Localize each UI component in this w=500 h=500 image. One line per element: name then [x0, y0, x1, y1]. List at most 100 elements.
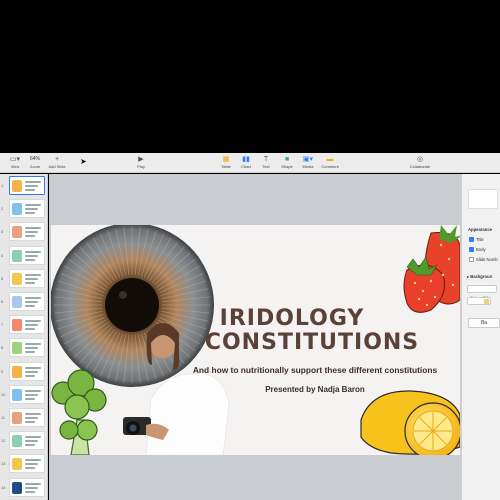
thumbnail-text-line	[25, 463, 38, 466]
body-checkbox[interactable]	[469, 247, 474, 252]
slide-number-label: 4	[1, 252, 4, 258]
strawberry-seed	[451, 283, 455, 287]
fill-colour-well[interactable]	[467, 297, 491, 305]
thumbnail-text-line	[25, 281, 35, 284]
slide-artwork: IRIDOLOGY CONSTITUTIONS And how to nutri…	[51, 225, 460, 455]
slide-number-label: 14	[1, 484, 6, 490]
slide-number-label: 1	[1, 183, 4, 188]
slide-navigator: 123456789101112131415	[0, 174, 48, 500]
thumbnail-text-line	[25, 413, 41, 415]
slide-thumbnail[interactable]	[9, 431, 45, 451]
thumbnail-text-line	[25, 366, 41, 369]
thumbnail-text-line	[25, 254, 38, 257]
thumbnail-text-line	[25, 185, 38, 187]
toolbar: ▭▾ View 64% Zoom + Add Slide ▶ Play ▦ Ta…	[0, 153, 500, 173]
thumbnail-image	[12, 319, 22, 332]
thumbnail-text-line	[25, 181, 41, 183]
slide-thumbnail[interactable]	[9, 199, 45, 219]
add-slide-button[interactable]: + Add Slide	[42, 155, 72, 170]
slide-thumbnail[interactable]	[9, 338, 45, 358]
thumbnail-text-line	[25, 301, 38, 303]
thumbnail-image	[12, 296, 22, 308]
layout-thumbnail[interactable]	[468, 189, 498, 209]
thumbnail-text-line	[25, 417, 38, 419]
thumbnail-text-line	[25, 343, 41, 346]
body-checkbox-label: Body	[476, 247, 486, 252]
add-slide-label: Add Slide	[48, 164, 66, 169]
title-checkbox[interactable]	[469, 237, 474, 242]
slide-subtitle: And how to nutritionally support these d…	[193, 365, 438, 375]
slide-number-label: Slide Numb	[476, 257, 498, 262]
slide-thumbnail[interactable]	[9, 384, 45, 404]
slide-thumbnail[interactable]	[9, 408, 45, 427]
strawberry-seed	[425, 303, 429, 307]
strawberry-seed	[429, 279, 433, 283]
slide-number-label: 7	[1, 322, 4, 328]
thumbnail-text-line	[25, 347, 38, 350]
collaborate-button[interactable]: ◎ Collaborate	[405, 155, 435, 170]
app-window: ▭▾ View 64% Zoom + Add Slide ▶ Play ▦ Ta…	[0, 0, 500, 500]
slide-thumbnail[interactable]	[9, 315, 45, 335]
slide[interactable]: IRIDOLOGY CONSTITUTIONS And how to nutri…	[51, 225, 460, 455]
strawberry-seed	[447, 257, 451, 261]
background-label: Backgroun	[470, 274, 493, 279]
thumbnail-text-line	[25, 328, 35, 331]
slide-number-label: 12	[1, 438, 6, 444]
thumbnail-text-line	[25, 277, 38, 280]
slide-number-label: 13	[1, 461, 6, 467]
strawberry-seed	[413, 281, 417, 285]
thumbnail-text-line	[25, 393, 38, 396]
thumbnail-text-line	[25, 324, 38, 327]
play-label: Play	[137, 164, 145, 169]
thumbnail-text-line	[25, 208, 38, 211]
thumbnail-image	[12, 412, 22, 424]
thumbnail-text-line	[25, 459, 41, 462]
strawberry-seed	[421, 289, 425, 293]
inspector-button[interactable]: Ba	[468, 318, 500, 328]
comment-button[interactable]: ▬ Comment	[315, 155, 345, 170]
slide-number-checkbox[interactable]	[469, 257, 474, 262]
slide-thumbnail[interactable]	[9, 245, 45, 265]
slide-thumbnail[interactable]	[9, 361, 45, 381]
slide-thumbnail[interactable]	[9, 454, 45, 474]
strawberry-seed	[417, 297, 421, 301]
slide-thumbnail[interactable]	[9, 222, 45, 242]
thumbnail-text-line	[25, 374, 35, 377]
iris-image	[51, 225, 214, 387]
thumbnail-text-line	[25, 421, 35, 423]
thumbnail-text-line	[25, 370, 38, 373]
slide-number-label: 8	[1, 345, 4, 351]
thumbnail-text-line	[25, 440, 38, 443]
collaborate-icon: ◎	[416, 156, 424, 163]
thumbnail-text-line	[25, 227, 41, 230]
thumbnail-image	[12, 203, 22, 216]
slide-thumbnail[interactable]	[9, 292, 45, 311]
thumbnail-text-line	[25, 486, 38, 489]
background-section[interactable]: ▸ Backgroun	[467, 274, 492, 279]
appearance-label: Appearance	[468, 227, 492, 232]
thumbnail-text-line	[25, 320, 41, 323]
slide-title-line2: CONSTITUTIONS	[205, 330, 419, 355]
comment-icon: ▬	[326, 156, 334, 163]
thumbnail-text-line	[25, 467, 35, 470]
thumbnail-image	[12, 365, 22, 378]
comment-label: Comment	[321, 164, 339, 169]
thumbnail-text-line	[25, 297, 41, 299]
thumbnail-image	[12, 226, 22, 239]
thumbnail-text-line	[25, 305, 35, 307]
slide-thumbnail[interactable]	[9, 477, 45, 497]
slide-presenter: Presented by Nadja Baron	[265, 385, 365, 394]
format-inspector: Appearance Title Body Slide Numb ▸ Backg…	[461, 174, 500, 500]
colour-picker-icon	[484, 299, 489, 304]
strawberry-seed	[433, 295, 437, 299]
fill-select[interactable]: Colour Fill	[467, 285, 497, 300]
thumbnail-text-line	[25, 490, 35, 493]
thumbnail-text-line	[25, 189, 35, 191]
thumbnail-image	[12, 435, 22, 448]
slide-thumbnail[interactable]	[9, 176, 45, 195]
slide-thumbnail[interactable]	[9, 268, 45, 288]
thumbnail-text-line	[25, 351, 35, 354]
thumbnail-text-line	[25, 436, 41, 439]
thumbnail-image	[12, 458, 22, 471]
play-button[interactable]: ▶ Play	[126, 155, 156, 170]
